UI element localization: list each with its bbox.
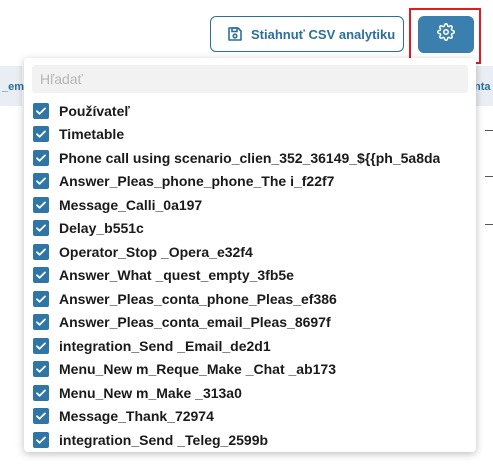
checkbox[interactable] [33, 102, 49, 119]
checkbox[interactable] [33, 220, 49, 237]
checkmark-icon [36, 436, 46, 444]
checkbox[interactable] [33, 196, 49, 213]
checkbox[interactable] [33, 126, 49, 143]
column-search-input[interactable] [32, 65, 468, 93]
checkmark-icon [36, 107, 46, 115]
column-options-list: Používateľ Timetable Phone call using scen… [24, 99, 476, 452]
column-option[interactable]: Timetable [24, 123, 476, 147]
table-header-right: nta [474, 66, 493, 106]
column-option[interactable]: Message_Calli_0a197 [24, 193, 476, 217]
table-header-left: _em [0, 66, 25, 106]
gear-icon [437, 23, 455, 46]
column-option-label: Answer_What _quest_empty_3fb5e [59, 267, 294, 284]
checkbox[interactable] [33, 431, 49, 448]
table-cell-dash [485, 224, 493, 225]
column-option-label: Answer_Pleas_phone_phone_The i_f22f7 [59, 173, 335, 190]
column-option[interactable]: Menu_New m_Reque_Make _Chat _ab173 [24, 358, 476, 382]
column-selector-dropdown: Používateľ Timetable Phone call using scen… [24, 58, 476, 452]
column-option[interactable]: Answer_Pleas_conta_email_Pleas_8697f [24, 311, 476, 335]
column-settings-button[interactable] [418, 16, 474, 53]
checkbox[interactable] [33, 384, 49, 401]
column-option-label: Delay_b551c [59, 220, 144, 237]
checkmark-icon [36, 271, 46, 279]
column-option-label: integration_Send _Email_de2d1 [59, 337, 271, 354]
checkbox[interactable] [33, 361, 49, 378]
column-option-label: Používateľ [59, 102, 130, 119]
column-option[interactable]: integration_Send _Teleg_2599b [24, 428, 476, 452]
checkbox[interactable] [33, 290, 49, 307]
checkmark-icon [36, 389, 46, 397]
checkbox[interactable] [33, 173, 49, 190]
checkmark-icon [36, 248, 46, 256]
checkbox[interactable] [33, 149, 49, 166]
checkmark-icon [36, 224, 46, 232]
page: _em nta Stiahnuť CSV analytiku Používate… [0, 0, 493, 471]
checkmark-icon [36, 318, 46, 326]
column-option-label: Answer_Pleas_conta_phone_Pleas_ef386 [59, 290, 337, 307]
column-option[interactable]: Phone call using scenario_clien_352_3614… [24, 146, 476, 170]
column-option[interactable]: Answer_Pleas_phone_phone_The i_f22f7 [24, 170, 476, 194]
column-option-label: Menu_New m_Reque_Make _Chat _ab173 [59, 361, 336, 378]
checkbox[interactable] [33, 243, 49, 260]
column-option-label: Message_Thank_72974 [59, 408, 214, 425]
table-cell-dash [485, 130, 493, 131]
column-option[interactable]: Používateľ [24, 99, 476, 123]
column-option[interactable]: Answer_Pleas_conta_phone_Pleas_ef386 [24, 287, 476, 311]
column-option[interactable]: Operator_Stop _Opera_e32f4 [24, 240, 476, 264]
checkmark-icon [36, 130, 46, 138]
checkmark-icon [36, 412, 46, 420]
column-option-label: Timetable [59, 126, 125, 143]
checkbox[interactable] [33, 314, 49, 331]
save-icon [227, 26, 243, 42]
checkmark-icon [36, 177, 46, 185]
column-option-label: integration_Send _Teleg_2599b [59, 431, 269, 448]
column-option[interactable]: integration_Send _Email_de2d1 [24, 334, 476, 358]
checkbox[interactable] [33, 337, 49, 354]
table-header-right-label: nta [474, 81, 491, 93]
column-option[interactable]: Menu_New m_Make _313a0 [24, 381, 476, 405]
column-option-label: Menu_New m_Make _313a0 [59, 384, 242, 401]
download-csv-button[interactable]: Stiahnuť CSV analytiku [210, 16, 404, 52]
checkmark-icon [36, 154, 46, 162]
checkbox[interactable] [33, 408, 49, 425]
column-option-label: Answer_Pleas_conta_email_Pleas_8697f [59, 314, 331, 331]
column-option-label: Phone call using scenario_clien_352_3614… [59, 149, 441, 166]
checkmark-icon [36, 342, 46, 350]
column-option[interactable]: Message_Thank_72974 [24, 405, 476, 429]
checkbox[interactable] [33, 267, 49, 284]
column-option[interactable]: Answer_What _quest_empty_3fb5e [24, 264, 476, 288]
checkmark-icon [36, 201, 46, 209]
checkmark-icon [36, 365, 46, 373]
column-option-label: Operator_Stop _Opera_e32f4 [59, 243, 253, 260]
checkmark-icon [36, 295, 46, 303]
column-option-label: Message_Calli_0a197 [59, 196, 203, 213]
table-cell-dash [485, 176, 493, 177]
download-csv-label: Stiahnuť CSV analytiku [251, 26, 396, 42]
table-header-left-label: _em [2, 81, 25, 93]
column-option[interactable]: Delay_b551c [24, 217, 476, 241]
